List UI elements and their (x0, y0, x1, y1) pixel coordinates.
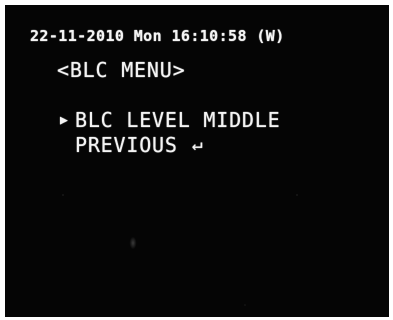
right-triangle-icon: ▶ (60, 112, 69, 128)
menu-title: <BLC MENU> (57, 58, 186, 82)
menu-item-label: PREVIOUS (75, 133, 178, 157)
menu-item-previous[interactable]: PREVIOUS ↵ (75, 133, 203, 157)
enter-return-icon: ↵ (191, 134, 204, 155)
video-noise (5, 5, 389, 317)
menu-item-blc-level[interactable]: ▶ BLC LEVEL MIDDLE (60, 108, 280, 132)
menu-item-label: BLC LEVEL MIDDLE (75, 108, 281, 132)
date-time-status: 22-11-2010 Mon 16:10:58 (W) (30, 27, 285, 45)
camera-osd-screen: 22-11-2010 Mon 16:10:58 (W) <BLC MENU> ▶… (5, 5, 389, 317)
